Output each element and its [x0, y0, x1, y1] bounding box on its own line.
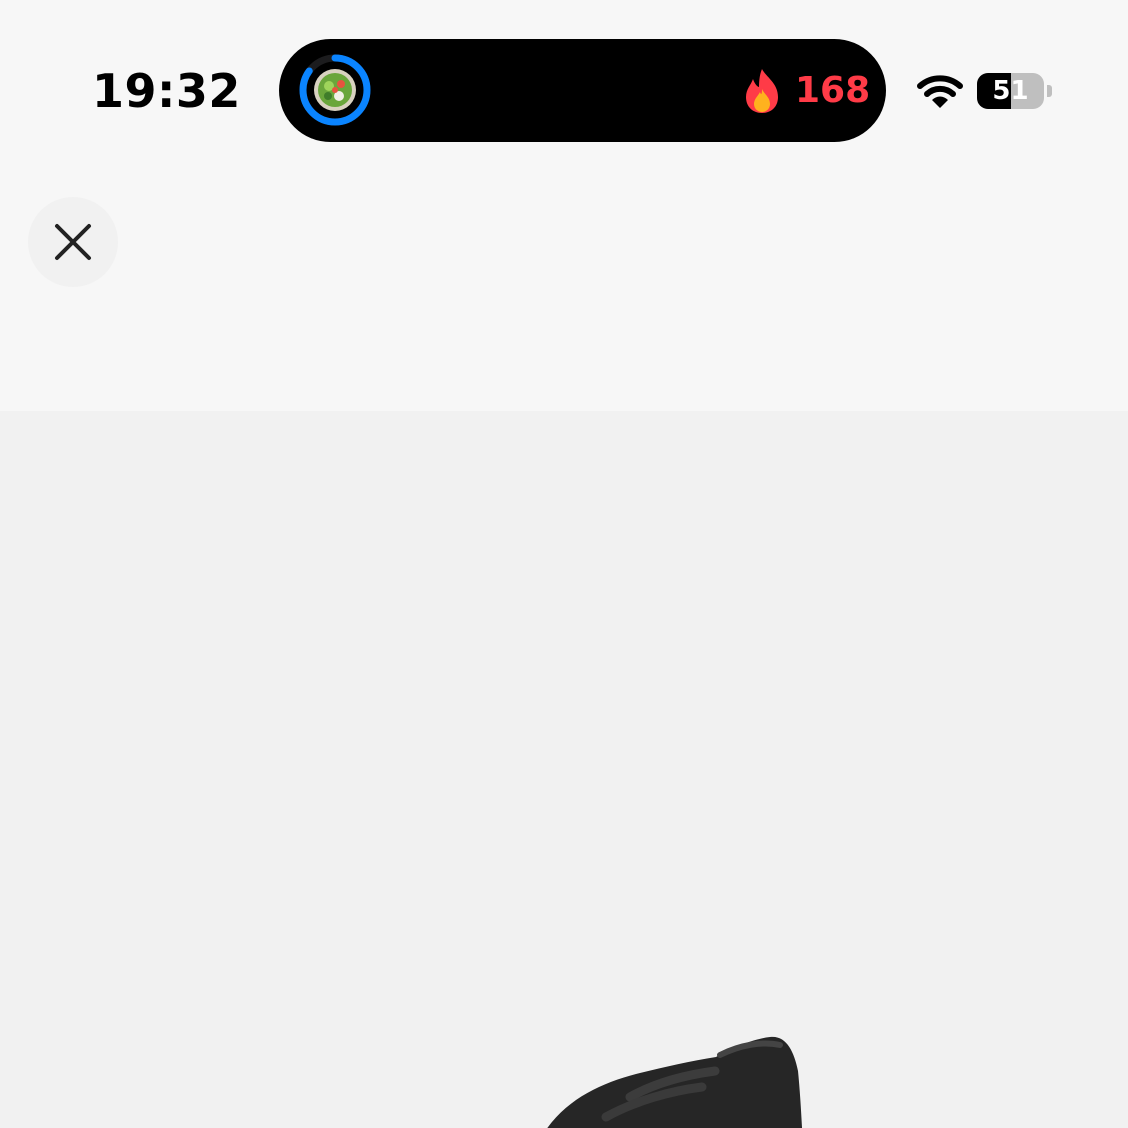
status-time: 19:32	[92, 64, 241, 118]
screen: 19:32 168 51	[0, 0, 1128, 1128]
product-image-area[interactable]	[0, 411, 1128, 1128]
wifi-icon	[917, 75, 963, 108]
close-icon	[55, 224, 91, 260]
battery-indicator: 51	[977, 73, 1053, 111]
battery-body: 51	[977, 73, 1044, 109]
activity-ring-icon	[299, 54, 371, 126]
dynamic-island[interactable]: 168	[279, 39, 886, 142]
battery-cap	[1047, 85, 1052, 97]
flame-icon	[746, 69, 778, 113]
status-bar: 19:32 168 51	[0, 0, 1128, 180]
battery-percent: 51	[992, 76, 1029, 106]
streak-count: 168	[795, 70, 871, 111]
sneaker-image	[547, 1036, 803, 1128]
close-button[interactable]	[28, 197, 118, 287]
